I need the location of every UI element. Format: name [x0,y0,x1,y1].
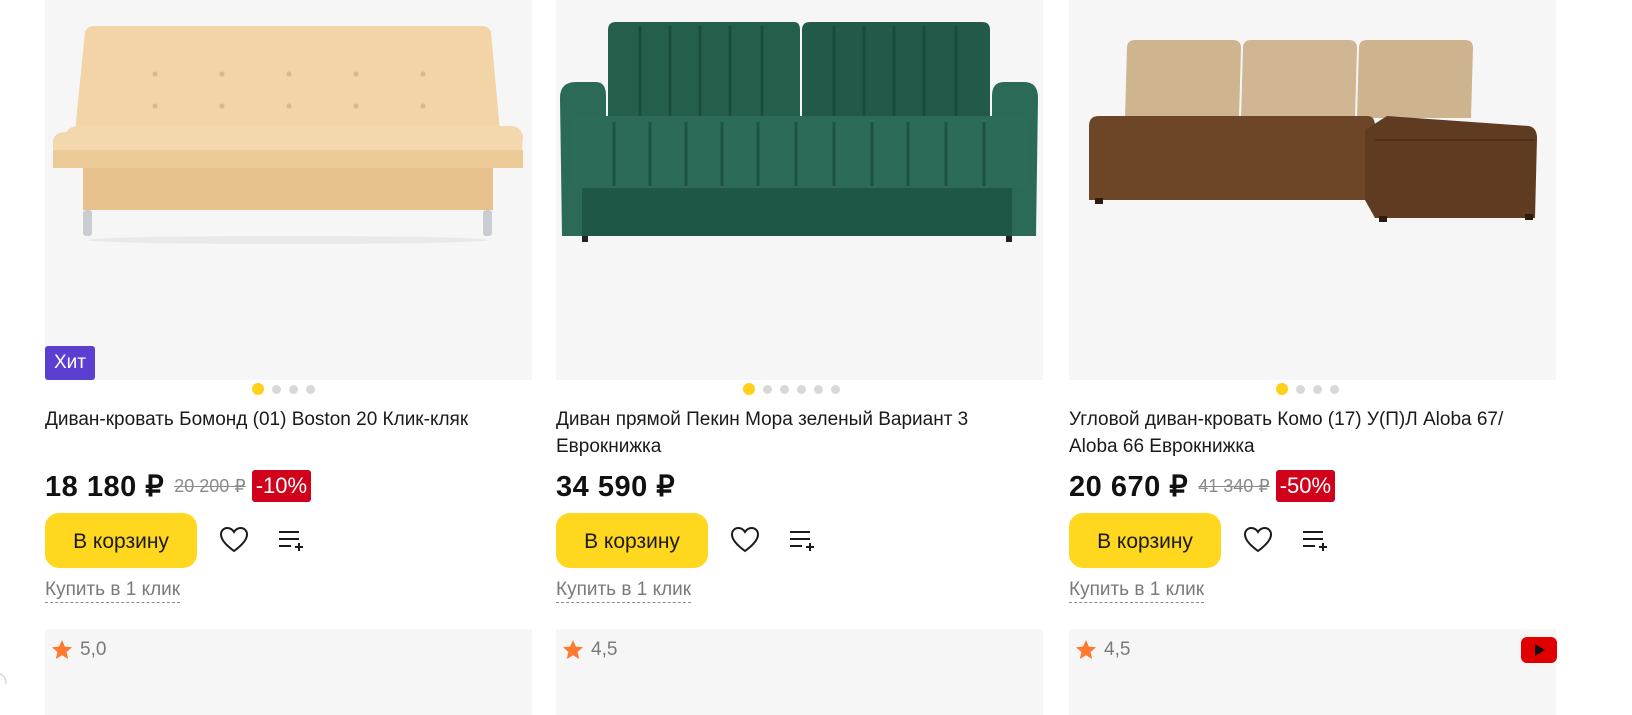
product-title[interactable]: Диван-кровать Бомонд (01) Boston 20 Клик… [45,406,532,433]
hit-badge: Хит [45,346,95,380]
sofa-image [53,26,523,244]
compare-list-icon [1303,531,1327,551]
pagination-dot[interactable] [763,385,772,394]
pagination-dot[interactable] [1313,385,1322,394]
product-image[interactable]: Хит [45,0,532,380]
discount-badge: -50% [1275,470,1336,502]
product-title[interactable]: Угловой диван-кровать Комо (17) У(П)Л Al… [1069,406,1556,460]
pagination-dot[interactable] [289,385,298,394]
rating-value: 4,5 [1104,639,1131,660]
rating-value: 5,0 [80,639,107,660]
current-price: 34 590 ₽ [556,470,676,503]
image-pagination-dots[interactable] [252,383,315,395]
compare-list-icon [790,531,814,551]
favorite-button[interactable] [727,522,763,558]
product-title[interactable]: Диван прямой Пекин Мора зеленый Вариант … [556,406,1043,460]
add-to-cart-button[interactable]: В корзину [556,513,708,568]
image-pagination-dots[interactable] [743,383,840,395]
star-icon [1076,640,1096,659]
old-price: 20 200 ₽ [174,475,246,496]
heart-icon [730,526,760,553]
pagination-dot[interactable] [814,385,823,394]
compare-button[interactable] [784,522,820,558]
heart-icon [219,526,249,553]
compare-button[interactable] [273,522,309,558]
rating-panel: 4,5 [556,629,1043,715]
buy-one-click-link[interactable]: Купить в 1 клик [45,578,181,603]
rating-panel: 4,5 [1069,629,1557,715]
compare-list-icon [279,531,303,551]
buy-one-click-link[interactable]: Купить в 1 клик [556,578,692,603]
add-to-cart-button[interactable]: В корзину [45,513,197,568]
page-edge-corner [0,673,7,685]
pagination-dot[interactable] [1276,383,1288,395]
star-icon [52,640,72,659]
rating-panel: 5,0 [45,629,532,715]
favorite-button[interactable] [1240,522,1276,558]
old-price: 41 340 ₽ [1198,475,1270,496]
price-row: 34 590 ₽ [556,468,675,504]
current-price: 20 670 ₽ [1069,470,1189,503]
product-card[interactable]: Хит Диван-кровать Бомонд (01) Boston 20 … [45,0,532,715]
product-image[interactable] [556,0,1043,380]
product-card[interactable]: Диван прямой Пекин Мора зеленый Вариант … [556,0,1043,715]
price-row: 20 670 ₽ 41 340 ₽ -50% [1069,468,1336,504]
pagination-dot[interactable] [831,385,840,394]
add-to-cart-button[interactable]: В корзину [1069,513,1221,568]
current-price: 18 180 ₽ [45,470,165,503]
pagination-dot[interactable] [272,385,281,394]
pagination-dot[interactable] [252,383,264,395]
rating-value: 4,5 [591,639,618,660]
product-image[interactable] [1069,0,1556,380]
sofa-image [560,22,1038,242]
heart-icon [1243,526,1273,553]
sofa-image [1089,40,1537,222]
price-row: 18 180 ₽ 20 200 ₽ -10% [45,468,312,504]
favorite-button[interactable] [216,522,252,558]
buy-one-click-link[interactable]: Купить в 1 клик [1069,578,1205,603]
pagination-dot[interactable] [743,383,755,395]
pagination-dot[interactable] [797,385,806,394]
youtube-icon[interactable] [1521,637,1557,663]
discount-badge: -10% [251,470,312,502]
pagination-dot[interactable] [1296,385,1305,394]
star-icon [563,640,583,659]
pagination-dot[interactable] [306,385,315,394]
image-pagination-dots[interactable] [1276,383,1339,395]
pagination-dot[interactable] [1330,385,1339,394]
pagination-dot[interactable] [780,385,789,394]
product-card[interactable]: Угловой диван-кровать Комо (17) У(П)Л Al… [1069,0,1557,715]
compare-button[interactable] [1297,522,1333,558]
